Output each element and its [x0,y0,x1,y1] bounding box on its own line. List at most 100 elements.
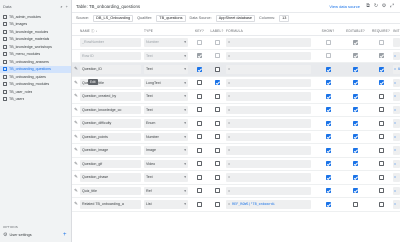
initial-value-field[interactable]: = [393,119,400,128]
initial-value-field[interactable]: = [393,146,400,155]
formula-field[interactable]: = [226,78,311,87]
require-checkbox[interactable] [378,201,384,207]
key-checkbox[interactable] [197,147,202,153]
require-checkbox[interactable] [378,120,384,126]
show-checkbox[interactable] [325,174,331,180]
column-name-field[interactable]: Question_ID [80,65,141,74]
column-name-field[interactable]: Question_difficulty [80,119,141,128]
edit-pencil-icon[interactable]: ✎ [74,134,78,140]
editable-checkbox[interactable] [353,161,358,167]
sidebar-item[interactable]: TB_users [0,96,71,104]
formula-field[interactable]: = [226,38,311,47]
label-checkbox[interactable] [214,188,220,194]
show-checkbox[interactable] [325,120,331,126]
edit-pencil-icon[interactable]: ✎ [74,188,78,194]
edit-pencil-icon[interactable]: ✎ [74,66,78,72]
copy-icon[interactable]: ⧉ [364,2,372,10]
initial-value-field[interactable]: = [393,105,400,114]
expand-icon[interactable]: ⤢ [388,2,396,10]
column-type-select[interactable]: List ▾ [144,200,188,209]
column-name-field[interactable]: Question_created_by [80,92,141,101]
column-type-select[interactable]: LongText ▾ [144,78,188,87]
edit-pencil-icon[interactable]: ✎ [74,161,78,167]
search-icon[interactable]: ⌕ [60,4,62,9]
column-type-select[interactable]: Text ▾ [144,173,188,182]
label-checkbox[interactable] [214,201,220,207]
editable-checkbox[interactable] [353,107,358,113]
add-icon[interactable]: + [66,4,68,9]
edit-pencil-icon[interactable]: ✎ [74,93,78,99]
edit-pencil-icon[interactable]: ✎ [74,201,78,207]
column-type-select[interactable]: Text ▾ [144,105,188,114]
editable-checkbox[interactable] [353,147,358,153]
require-checkbox[interactable] [378,107,384,113]
add-table-button[interactable]: + [63,232,67,238]
label-checkbox[interactable] [214,107,220,113]
edit-pencil-icon[interactable]: ✎ [74,120,78,126]
editable-checkbox[interactable] [353,66,358,72]
label-checkbox[interactable] [214,80,220,86]
show-checkbox[interactable] [325,188,331,194]
initial-value-field[interactable]: = [393,92,400,101]
initial-value-field[interactable]: = UN [393,65,400,74]
formula-field[interactable]: = [226,146,311,155]
sidebar-item[interactable]: TB_onboarding_quizes [0,73,71,81]
require-checkbox[interactable] [378,80,384,86]
editable-checkbox[interactable] [353,120,358,126]
require-checkbox[interactable] [378,66,384,72]
sidebar-item[interactable]: TB_knowledge_modules [0,28,71,36]
edit-pencil-icon[interactable]: ✎ [74,174,78,180]
initial-value-field[interactable]: = [393,51,400,60]
sidebar-item[interactable]: TB_onboarding_questions [0,65,71,73]
key-checkbox[interactable] [197,107,202,113]
key-checkbox[interactable] [197,93,202,99]
initial-value-field[interactable]: = [393,132,400,141]
show-checkbox[interactable] [325,147,331,153]
key-checkbox[interactable] [197,161,202,167]
key-checkbox[interactable] [197,134,202,140]
initial-value-field[interactable] [393,38,400,47]
require-checkbox[interactable] [378,174,384,180]
sidebar-item[interactable]: TB_images [0,21,71,29]
editable-checkbox[interactable] [353,188,358,194]
key-checkbox[interactable] [197,188,202,194]
column-name-field[interactable]: Question_phase [80,173,141,182]
formula-field[interactable]: = [226,65,311,74]
require-checkbox[interactable] [378,188,384,194]
initial-value-field[interactable]: = [393,186,400,195]
formula-field[interactable]: = [226,105,311,114]
formula-field[interactable]: = REF_ROWS("TB_onboardi [226,200,311,209]
initial-value-field[interactable]: = [393,78,400,87]
show-checkbox[interactable] [325,107,331,113]
editable-checkbox[interactable] [353,134,358,140]
initial-value-field[interactable]: = [393,159,400,168]
sidebar-item[interactable]: TB_onboarding_answers [0,58,71,66]
sidebar-item[interactable]: TB_user_roles [0,88,71,96]
refresh-icon[interactable]: ↻ [372,2,380,10]
column-name-field[interactable]: Question_points [80,132,141,141]
formula-field[interactable]: = [226,173,311,182]
show-checkbox[interactable] [325,161,331,167]
user-settings-item[interactable]: ⚙ User settings [3,232,32,238]
formula-field[interactable]: = [226,51,311,60]
initial-value-field[interactable]: = [393,173,400,182]
formula-field[interactable]: = [226,92,311,101]
sidebar-item[interactable]: TB_admin_modules [0,13,71,21]
editable-checkbox[interactable] [353,201,358,207]
formula-field[interactable]: = [226,119,311,128]
formula-field[interactable]: = [226,159,311,168]
label-checkbox[interactable] [214,93,220,99]
require-checkbox[interactable] [378,134,384,140]
formula-field[interactable]: = [226,132,311,141]
show-checkbox[interactable] [325,80,331,86]
show-checkbox[interactable] [325,134,331,140]
edit-pencil-icon[interactable]: ✎ [74,80,78,86]
require-checkbox[interactable] [378,93,384,99]
column-type-select[interactable]: Enum ▾ [144,119,188,128]
column-type-select[interactable]: Video ▾ [144,159,188,168]
require-checkbox[interactable] [378,161,384,167]
key-checkbox[interactable] [197,66,202,72]
label-checkbox[interactable] [214,66,220,72]
editable-checkbox[interactable] [353,93,358,99]
label-checkbox[interactable] [214,120,220,126]
